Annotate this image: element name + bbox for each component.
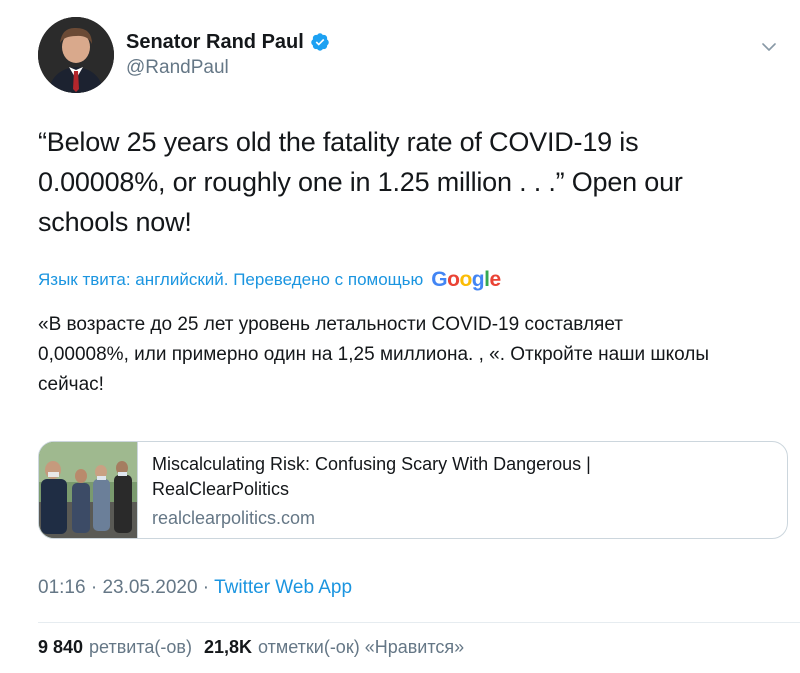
translated-text: «В возрасте до 25 лет уровень летальност… <box>38 310 778 400</box>
meta-separator: · <box>85 577 103 598</box>
card-title[interactable]: Miscalculating Risk: Confusing Scary Wit… <box>152 452 591 502</box>
tweet-text-line: “Below 25 years old the fatality rate of… <box>38 127 639 157</box>
card-body: Miscalculating Risk: Confusing Scary Wit… <box>138 442 605 538</box>
link-preview-card[interactable]: Miscalculating Risk: Confusing Scary Wit… <box>38 441 788 539</box>
tweet-date[interactable]: 23.05.2020 <box>102 577 197 598</box>
tweet-source-link[interactable]: Twitter Web App <box>214 577 352 598</box>
card-domain: realclearpolitics.com <box>152 508 316 528</box>
verified-badge-icon <box>310 32 330 52</box>
meta-separator: · <box>197 577 215 598</box>
tweet-container: Senator Rand Paul @RandPaul “Below 25 ye… <box>0 0 800 673</box>
tweet-metadata: 01:16 · 23.05.2020 · Twitter Web App <box>38 577 352 599</box>
divider <box>38 622 800 623</box>
tweet-stats: 9 840 ретвита(-ов) 21,8K отметки(-ок) «Н… <box>38 637 472 658</box>
tweet-author[interactable]: Senator Rand Paul @RandPaul <box>126 30 330 80</box>
likes-label: отметки(-ок) «Нравится» <box>258 637 465 657</box>
retweets-count: 9 840 <box>38 637 84 657</box>
retweets-label: ретвита(-ов) <box>89 637 192 657</box>
translation-attribution[interactable]: Язык твита: английский. Переведено с пом… <box>38 268 501 292</box>
card-title-line: RealClearPolitics <box>152 479 290 499</box>
translation-label[interactable]: Язык твита: английский. Переведено с пом… <box>38 270 423 290</box>
tweet-text: “Below 25 years old the fatality rate of… <box>38 122 738 242</box>
card-title-line: Miscalculating Risk: Confusing Scary Wit… <box>152 454 591 474</box>
tweet-text-line: schools now! <box>38 207 192 237</box>
translated-text-line: 0,00008%, или примерно один на 1,25 милл… <box>38 344 710 365</box>
likes-stat[interactable]: 21,8K отметки(-ок) «Нравится» <box>204 637 464 658</box>
google-logo: Google <box>431 268 501 291</box>
tweet-time[interactable]: 01:16 <box>38 577 86 598</box>
card-thumbnail <box>39 442 138 538</box>
translated-text-line: «В возрасте до 25 лет уровень летальност… <box>38 314 623 335</box>
translated-text-line: сейчас! <box>38 374 104 395</box>
tweet-text-line: 0.00008%, or roughly one in 1.25 million… <box>38 167 683 197</box>
avatar[interactable] <box>38 17 114 93</box>
chevron-down-icon[interactable] <box>760 38 778 56</box>
display-name[interactable]: Senator Rand Paul <box>126 30 304 54</box>
retweets-stat[interactable]: 9 840 ретвита(-ов) <box>38 637 192 658</box>
likes-count: 21,8K <box>203 637 252 657</box>
user-handle[interactable]: @RandPaul <box>126 56 330 80</box>
name-row: Senator Rand Paul <box>126 30 330 54</box>
